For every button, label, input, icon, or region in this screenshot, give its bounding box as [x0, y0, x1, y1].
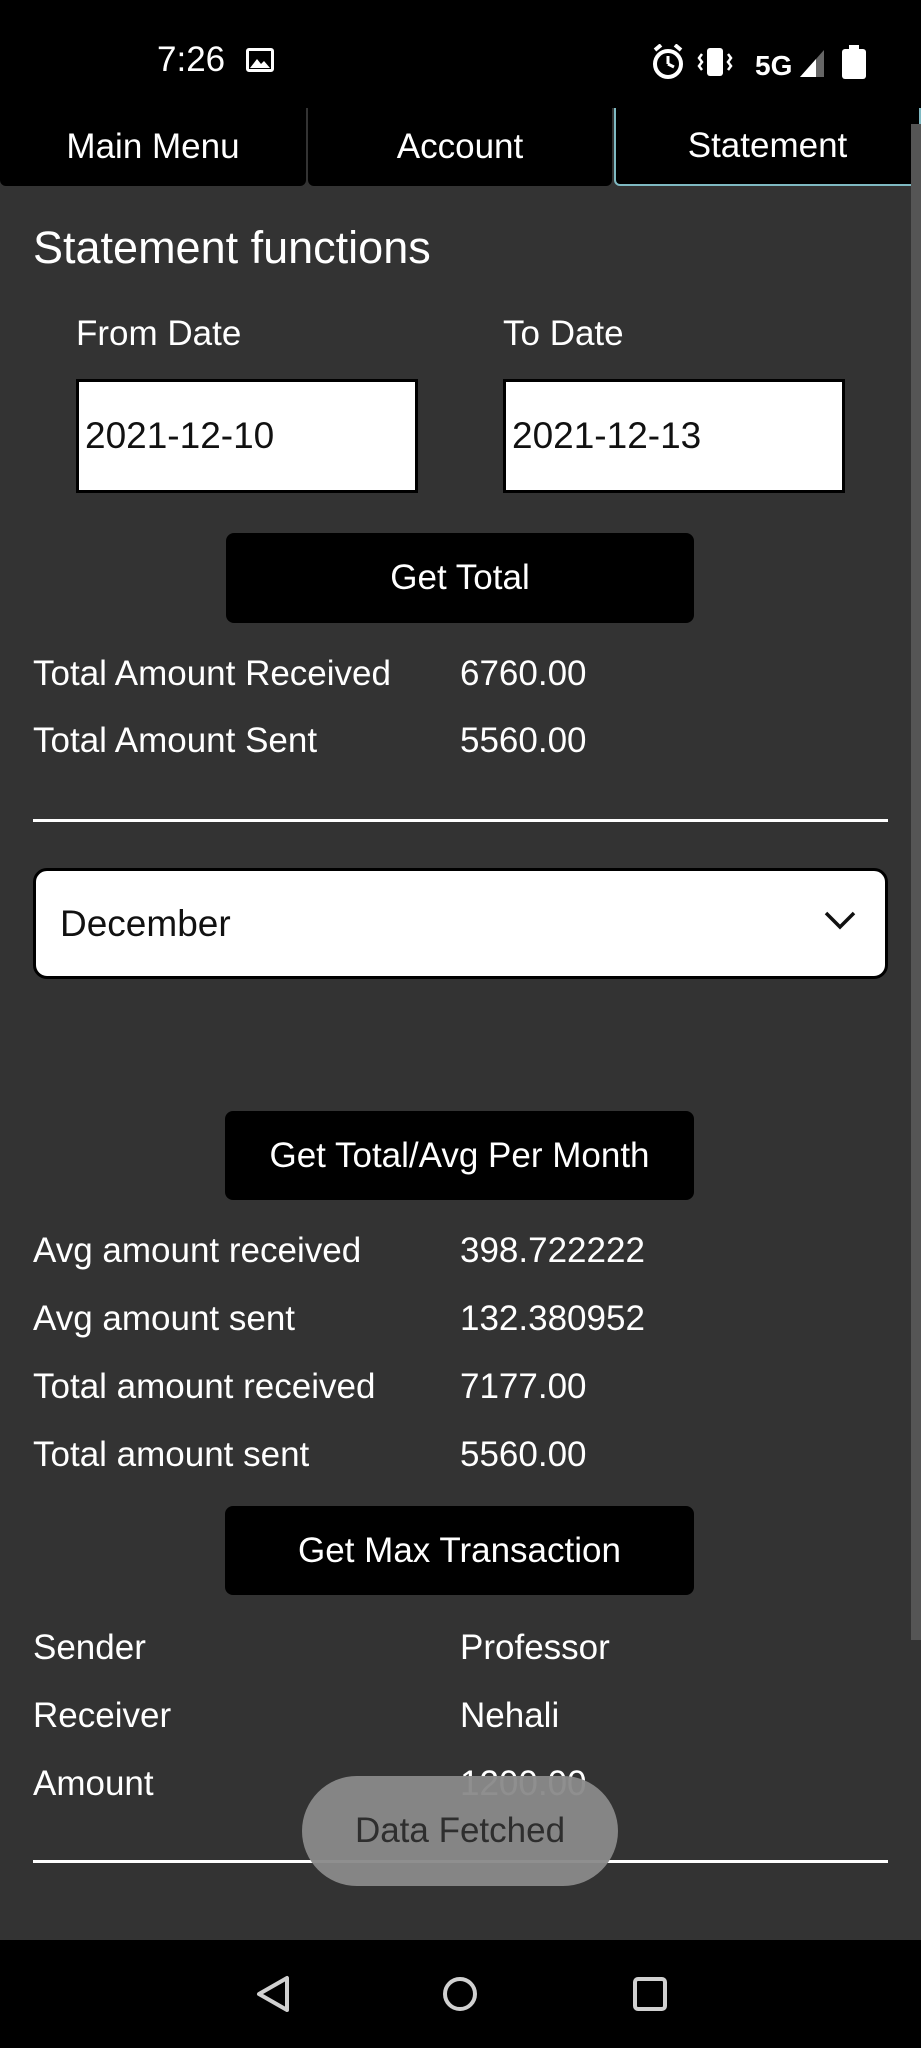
get-total-avg-per-month-button[interactable]: Get Total/Avg Per Month [225, 1111, 694, 1200]
signal-icon [800, 50, 824, 77]
avg-sent-label: Avg amount sent [33, 1299, 296, 1338]
total-received-label: Total Amount Received [33, 654, 391, 693]
month-select-value: December [60, 902, 231, 944]
divider [33, 819, 888, 822]
sender-label: Sender [33, 1628, 146, 1667]
total-sent-label: Total Amount Sent [33, 721, 318, 760]
chevron-down-icon [824, 911, 856, 930]
status-icons: 5G [653, 44, 866, 80]
month-select[interactable]: December [33, 868, 888, 979]
vibrate-icon [697, 48, 733, 76]
sender-value: Professor [460, 1628, 610, 1667]
tab-statement[interactable]: Statement [614, 108, 921, 186]
tab-account[interactable]: Account [308, 108, 612, 186]
month-total-received-value: 7177.00 [460, 1367, 587, 1406]
alarm-icon [653, 44, 683, 79]
tab-main-menu[interactable]: Main Menu [0, 108, 306, 186]
from-date-input[interactable]: 2021-12-10 [76, 379, 418, 493]
tab-bar: Main Menu Account Statement [0, 108, 921, 186]
month-total-sent-label: Total amount sent [33, 1435, 310, 1474]
avg-sent-value: 132.380952 [460, 1299, 645, 1338]
receiver-value: Nehali [460, 1696, 560, 1735]
total-received-value: 6760.00 [460, 654, 587, 693]
home-icon[interactable] [432, 1966, 488, 2022]
battery-icon [842, 45, 866, 79]
month-total-sent-value: 5560.00 [460, 1435, 587, 1474]
status-bar: 7:26 5G [0, 0, 921, 108]
page-title: Statement functions [33, 222, 431, 273]
avg-received-label: Avg amount received [33, 1231, 362, 1270]
scrollbar[interactable] [911, 124, 921, 1640]
to-date-label: To Date [503, 314, 624, 353]
amount-label: Amount [33, 1764, 154, 1803]
avg-received-value: 398.722222 [460, 1231, 645, 1270]
navigation-bar [0, 1940, 921, 2048]
get-max-transaction-button[interactable]: Get Max Transaction [225, 1506, 694, 1595]
month-total-received-label: Total amount received [33, 1367, 376, 1406]
get-total-button[interactable]: Get Total [226, 533, 694, 623]
back-icon[interactable] [245, 1966, 301, 2022]
to-date-input[interactable]: 2021-12-13 [503, 379, 845, 493]
image-icon [246, 48, 274, 72]
status-time: 7:26 [157, 40, 226, 79]
total-sent-value: 5560.00 [460, 721, 587, 760]
from-date-label: From Date [76, 314, 242, 353]
toast-message: Data Fetched [302, 1776, 618, 1886]
recents-icon[interactable] [622, 1966, 678, 2022]
receiver-label: Receiver [33, 1696, 172, 1735]
network-label: 5G [755, 50, 792, 80]
